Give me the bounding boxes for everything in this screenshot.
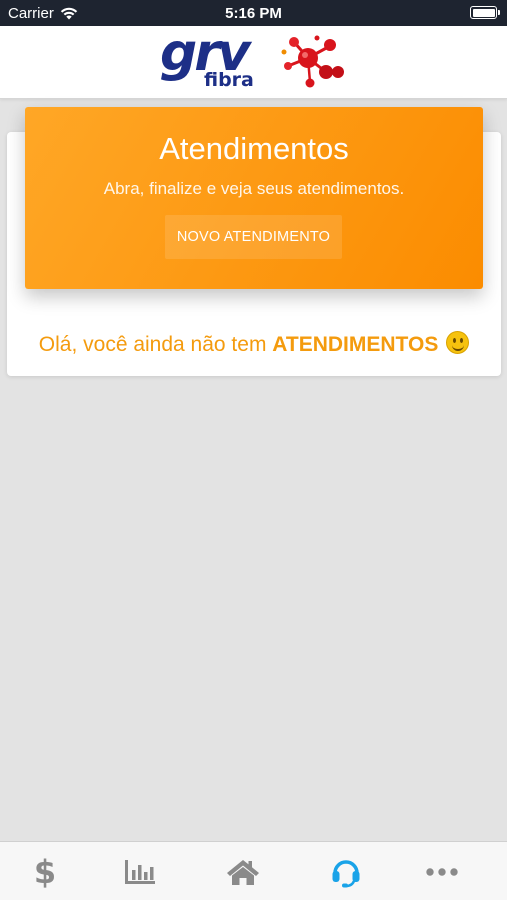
banner-subtitle: Abra, finalize e veja seus atendimentos.: [103, 179, 405, 198]
status-bar: Carrier 5:16 PM: [0, 0, 507, 26]
empty-state-prefix: Olá, você ainda não tem: [38, 333, 273, 356]
dollar-icon: $: [33, 852, 57, 891]
app-header: grv fibra: [0, 26, 507, 99]
new-atendimento-button[interactable]: NOVO ATENDIMENTO: [165, 215, 342, 259]
tab-consumo[interactable]: [90, 842, 190, 900]
tab-financeiro[interactable]: $: [0, 842, 95, 900]
grv-fibra-logo: grv fibra: [160, 28, 344, 91]
banner-title: Atendimentos: [159, 131, 349, 166]
tab-atendimentos[interactable]: [296, 842, 396, 900]
tab-home[interactable]: [193, 842, 293, 900]
chart-icon: [125, 859, 155, 884]
atendimentos-banner: Atendimentos Abra, finalize e veja seus …: [25, 107, 483, 289]
empty-state-highlight: ATENDIMENTOS: [272, 333, 439, 356]
battery-icon: [470, 6, 500, 19]
tab-more[interactable]: [392, 842, 492, 900]
headset-icon: [332, 859, 360, 887]
smiley-icon: [446, 331, 470, 354]
more-icon: [426, 867, 458, 876]
home-icon: [227, 859, 259, 885]
molecule-icon: [281, 35, 344, 88]
logo-subtext: fibra: [204, 69, 254, 91]
empty-state-message: Olá, você ainda não tem ATENDIMENTOS: [7, 331, 501, 357]
tab-bar: $: [0, 841, 507, 900]
status-time: 5:16 PM: [225, 5, 282, 22]
